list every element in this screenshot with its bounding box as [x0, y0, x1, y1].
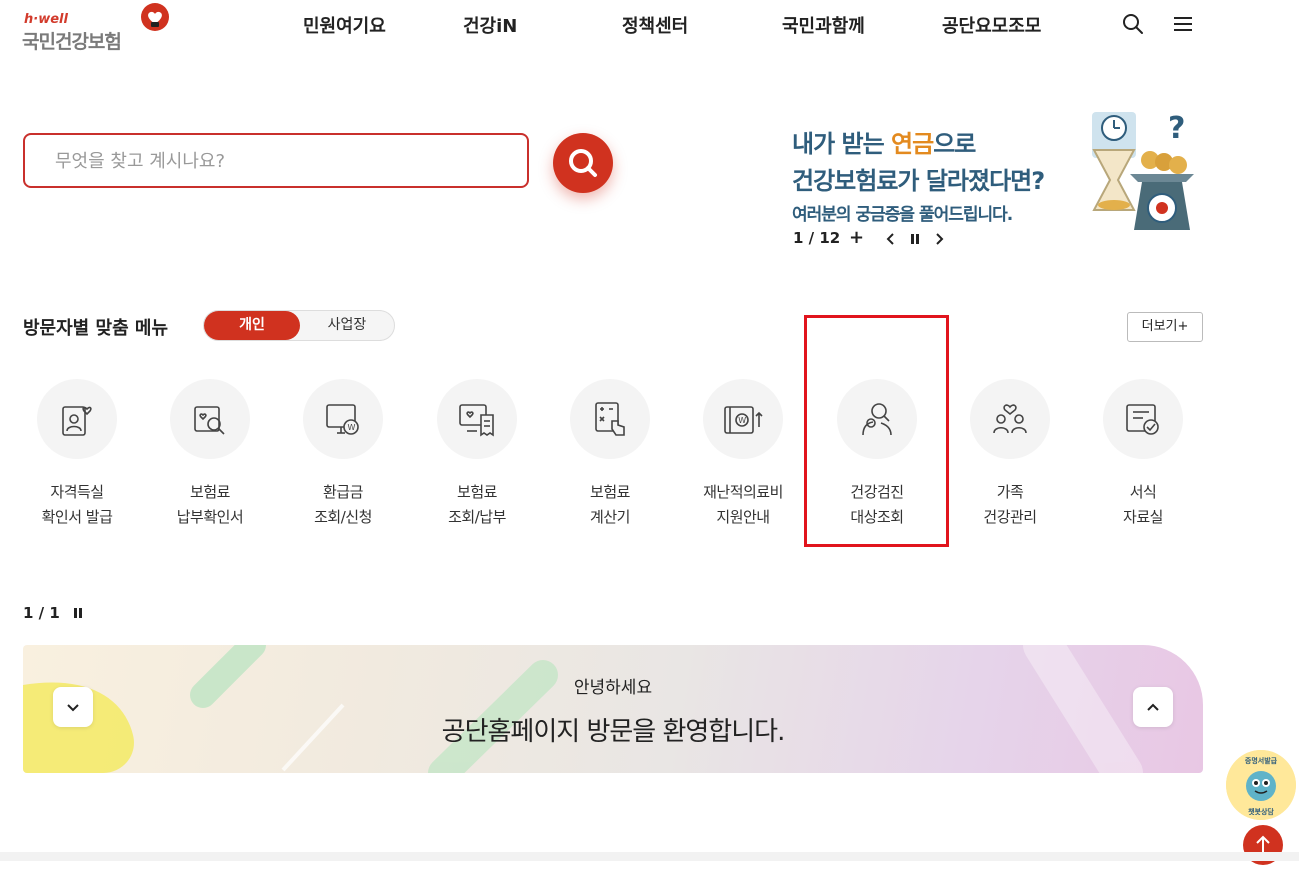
document-search-icon: [194, 406, 225, 435]
banner-counter: 1 / 12: [793, 229, 841, 247]
chatbot-mascot-icon: 증명서발급 챗봇상담: [1226, 750, 1296, 820]
nav-item-minwon[interactable]: 민원여기요: [303, 12, 386, 38]
menu-icon-circle: [570, 379, 650, 459]
menu-label-line1: 재난적의료비: [703, 483, 783, 501]
search-button[interactable]: [553, 133, 613, 193]
footer-strip: [0, 852, 1299, 861]
menu-label-line2: 대상조회: [850, 508, 904, 526]
visitor-type-toggle: 개인 사업장: [203, 310, 395, 341]
chevron-up-icon: [1147, 703, 1159, 711]
toggle-business[interactable]: 사업장: [300, 311, 394, 340]
menu-item-catastrophic-medical[interactable]: W 재난적의료비지원안내: [688, 379, 798, 530]
family-heart-icon: [993, 404, 1027, 434]
menu-item-premium-calculator[interactable]: 보험료계산기: [555, 379, 665, 530]
decorative-shapes: [23, 645, 1143, 773]
pause-icon[interactable]: [72, 606, 84, 620]
pause-icon[interactable]: [909, 232, 921, 246]
menu-icon-circle: [437, 379, 517, 459]
menu-label-line1: 환급금: [323, 483, 363, 501]
banner-subtext: 여러분의 궁금증을 풀어드립니다.: [792, 205, 1013, 225]
chatbot-button[interactable]: 증명서발급 챗봇상담: [1226, 750, 1296, 820]
search-input[interactable]: [53, 135, 497, 188]
menu-label-line1: 자격득실: [50, 483, 104, 501]
welcome-notice: 안녕하세요 공단홈페이지 방문을 환영합니다.: [23, 645, 1203, 773]
id-card-heart-icon: [62, 406, 92, 436]
chevron-down-icon: [67, 704, 79, 712]
hamburger-menu-icon[interactable]: [1171, 12, 1195, 36]
search-icon[interactable]: [1121, 12, 1145, 36]
banner-controls: 1 / 12 +: [793, 227, 963, 249]
menu-label-line2: 자료실: [1123, 508, 1163, 526]
nav-item-health-in[interactable]: 건강iN: [463, 12, 517, 38]
wallet-won-up-icon: W: [724, 406, 763, 434]
main-navigation: 민원여기요 건강iN 정책센터 국민과함께 공단요모조모: [0, 12, 1299, 40]
menu-icon-circle: W: [703, 379, 783, 459]
svg-text:W: W: [348, 423, 356, 432]
monitor-won-icon: W: [326, 404, 359, 435]
chatbot-bottom-text: 챗봇상담: [1248, 807, 1274, 816]
banner-headline-1: 내가 받는 연금으로: [792, 124, 1092, 159]
menu-icon-circle: [37, 379, 117, 459]
menu-label-line2: 지원안내: [716, 508, 770, 526]
banner-line1-accent: 연금: [891, 130, 934, 158]
menu-item-health-checkup[interactable]: 건강검진대상조회: [822, 379, 932, 530]
chatbot-top-text: 증명서발급: [1245, 756, 1278, 765]
menu-label-line2: 납부확인서: [176, 508, 244, 526]
menu-label-line2: 조회/납부: [448, 508, 506, 526]
more-button[interactable]: 더보기+: [1127, 312, 1203, 342]
search-box: [23, 133, 529, 188]
person-search-icon: [862, 403, 892, 436]
menu-label-line1: 서식: [1129, 483, 1157, 501]
menu-icon-circle: [970, 379, 1050, 459]
menu-label-line2: 계산기: [590, 508, 630, 526]
banner-line1-pre: 내가 받는: [792, 130, 892, 158]
search-icon: [569, 149, 597, 177]
menu-item-refund[interactable]: W 환급금조회/신청: [288, 379, 398, 530]
menu-label-line1: 보험료: [590, 483, 630, 501]
banner-plus-button[interactable]: +: [849, 227, 864, 248]
notice-expand-button[interactable]: [53, 687, 93, 727]
nav-item-about-corp[interactable]: 공단요모조모: [942, 12, 1041, 38]
notice-collapse-button[interactable]: [1133, 687, 1173, 727]
menu-label-line2: 확인서 발급: [41, 508, 113, 526]
form-check-icon: [1126, 404, 1159, 435]
menu-item-forms-library[interactable]: 서식자료실: [1088, 379, 1198, 530]
svg-text:W: W: [738, 416, 746, 425]
banner-line1-post: 으로: [933, 130, 976, 158]
menu-item-family-health[interactable]: 가족건강관리: [955, 379, 1065, 530]
promo-banner[interactable]: 내가 받는 연금으로 건강보험료가 달라졌다면? 여러분의 궁금증을 풀어드립니…: [792, 124, 1092, 225]
menu-item-payment-cert[interactable]: 보험료납부확인서: [155, 379, 265, 530]
menu-icon-circle: [837, 379, 917, 459]
toggle-individual[interactable]: 개인: [204, 311, 300, 340]
nav-item-policy-center[interactable]: 정책센터: [622, 12, 688, 38]
menu-label-line2: 건강관리: [983, 508, 1037, 526]
menu-label-line1: 건강검진: [850, 483, 904, 501]
menu-item-qualification-cert[interactable]: 자격득실확인서 발급: [22, 379, 132, 530]
hourglass-scale-illustration: ?: [1092, 111, 1194, 230]
svg-text:?: ?: [1168, 111, 1185, 146]
menu-pager: 1 / 1: [23, 604, 60, 622]
calculator-hand-icon: [595, 402, 625, 436]
chevron-left-icon[interactable]: [885, 232, 897, 246]
notice-message: 공단홈페이지 방문을 환영합니다.: [441, 717, 786, 747]
banner-headline-2: 건강보험료가 달라졌다면?: [792, 167, 1045, 195]
menu-icon-circle: [170, 379, 250, 459]
nav-item-with-citizens[interactable]: 국민과함께: [782, 12, 865, 38]
visitor-menu-title: 방문자별 맞춤 메뉴: [23, 318, 169, 339]
menu-label-line1: 보험료: [190, 483, 230, 501]
screen-receipt-icon: [459, 404, 494, 437]
menu-item-premium-lookup[interactable]: 보험료조회/납부: [422, 379, 532, 530]
notice-greeting: 안녕하세요: [573, 678, 653, 698]
menu-icon-circle: W: [303, 379, 383, 459]
menu-label-line1: 보험료: [457, 483, 497, 501]
menu-icon-circle: [1103, 379, 1183, 459]
menu-label-line2: 조회/신청: [314, 508, 372, 526]
chevron-right-icon[interactable]: [933, 232, 945, 246]
menu-label-line1: 가족: [996, 483, 1024, 501]
